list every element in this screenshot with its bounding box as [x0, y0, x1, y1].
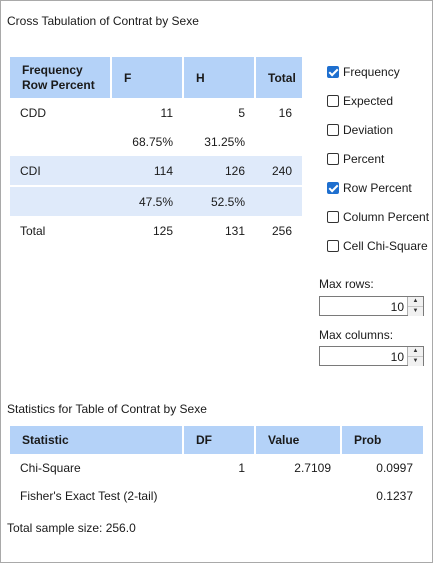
- checkbox-icon[interactable]: [327, 210, 339, 223]
- spin-down-icon[interactable]: ▼: [408, 307, 423, 316]
- row-label: CDI: [10, 156, 111, 186]
- header-prob: Prob: [341, 426, 423, 454]
- crosstab-panel: Cross Tabulation of Contrat by Sexe Freq…: [0, 0, 433, 563]
- max-rows-spinner[interactable]: 10 ▲ ▼: [319, 296, 424, 316]
- stats-header-row: Statistic DF Value Prob: [10, 426, 423, 454]
- cell-f: 125: [152, 223, 173, 238]
- max-rows-label: Max rows:: [319, 277, 374, 291]
- cell-total: 240: [255, 156, 302, 186]
- checkbox-checked-icon[interactable]: [327, 65, 339, 78]
- cell-statistic: Chi-Square: [20, 461, 81, 475]
- max-columns-label: Max columns:: [319, 328, 394, 342]
- checkbox-icon[interactable]: [327, 239, 339, 252]
- header-col-f: F: [111, 57, 184, 98]
- cell-h-pct: 31.25%: [204, 134, 245, 149]
- option-expected[interactable]: Expected: [327, 86, 429, 115]
- crosstab-header-row: Frequency Row Percent F H Total: [10, 57, 302, 98]
- table-row: Fisher's Exact Test (2-tail) 0.1237: [10, 482, 423, 510]
- cell-f: 114: [111, 156, 183, 186]
- table-row: CDD 11 5 16: [10, 98, 302, 127]
- table-row-total: Total 125 131 256: [10, 216, 302, 245]
- header-statistic: Statistic: [10, 426, 184, 454]
- option-row-percent[interactable]: Row Percent: [327, 173, 429, 202]
- cell-h: 5: [238, 105, 245, 120]
- crosstab-title: Cross Tabulation of Contrat by Sexe: [7, 14, 199, 28]
- option-percent[interactable]: Percent: [327, 144, 429, 173]
- max-columns-spinner[interactable]: 10 ▲ ▼: [319, 346, 424, 366]
- row-label: Total: [20, 223, 46, 238]
- cell-h-pct: 52.5%: [183, 185, 255, 216]
- header-col-total: Total: [255, 57, 302, 98]
- cell-f-pct: 47.5%: [111, 185, 183, 216]
- option-column-percent[interactable]: Column Percent: [327, 202, 429, 231]
- cell-f: 11: [160, 105, 173, 120]
- header-df: DF: [183, 426, 256, 454]
- checkbox-icon[interactable]: [327, 152, 339, 165]
- spin-up-icon[interactable]: ▲: [408, 347, 423, 357]
- cell-df: 1: [238, 461, 245, 475]
- option-cell-chi-square[interactable]: Cell Chi-Square: [327, 231, 429, 260]
- header-label-line2: Row Percent: [22, 77, 95, 92]
- table-row: 68.75% 31.25%: [10, 127, 302, 156]
- table-row: Chi-Square 1 2.7109 0.0997: [10, 454, 423, 482]
- cell-h: 126: [183, 156, 255, 186]
- cell-value: 2.7109: [294, 461, 331, 475]
- cell-prob: 0.0997: [376, 461, 413, 475]
- spin-up-icon[interactable]: ▲: [408, 297, 423, 307]
- option-frequency[interactable]: Frequency: [327, 57, 429, 86]
- cell-total: 16: [278, 105, 292, 120]
- header-value: Value: [255, 426, 342, 454]
- cell-f-pct: 68.75%: [132, 134, 173, 149]
- checkbox-checked-icon[interactable]: [327, 181, 339, 194]
- stats-table: Statistic DF Value Prob Chi-Square 1 2.7…: [10, 426, 423, 510]
- stats-title: Statistics for Table of Contrat by Sexe: [7, 402, 207, 416]
- row-label: CDD: [20, 105, 46, 120]
- max-columns-value[interactable]: 10: [391, 350, 404, 364]
- header-col-h: H: [183, 57, 256, 98]
- cell-value: [255, 482, 341, 510]
- display-options: Frequency Expected Deviation Percent Row…: [327, 57, 429, 260]
- crosstab-table: Frequency Row Percent F H Total CDD 11 5…: [10, 57, 302, 245]
- spin-down-icon[interactable]: ▼: [408, 357, 423, 366]
- cell-total: 256: [271, 223, 292, 238]
- cell-h: 131: [224, 223, 245, 238]
- table-row: CDI 114 126 240: [10, 156, 302, 186]
- cell-prob: 0.1237: [376, 489, 413, 503]
- table-row: 47.5% 52.5%: [10, 185, 302, 216]
- option-deviation[interactable]: Deviation: [327, 115, 429, 144]
- cell-statistic: Fisher's Exact Test (2-tail): [20, 489, 158, 503]
- header-label-line1: Frequency: [22, 62, 83, 77]
- checkbox-icon[interactable]: [327, 123, 339, 136]
- sample-size-text: Total sample size: 256.0: [7, 521, 136, 535]
- header-stat-label: Frequency Row Percent: [10, 57, 112, 98]
- max-rows-value[interactable]: 10: [391, 300, 404, 314]
- checkbox-icon[interactable]: [327, 94, 339, 107]
